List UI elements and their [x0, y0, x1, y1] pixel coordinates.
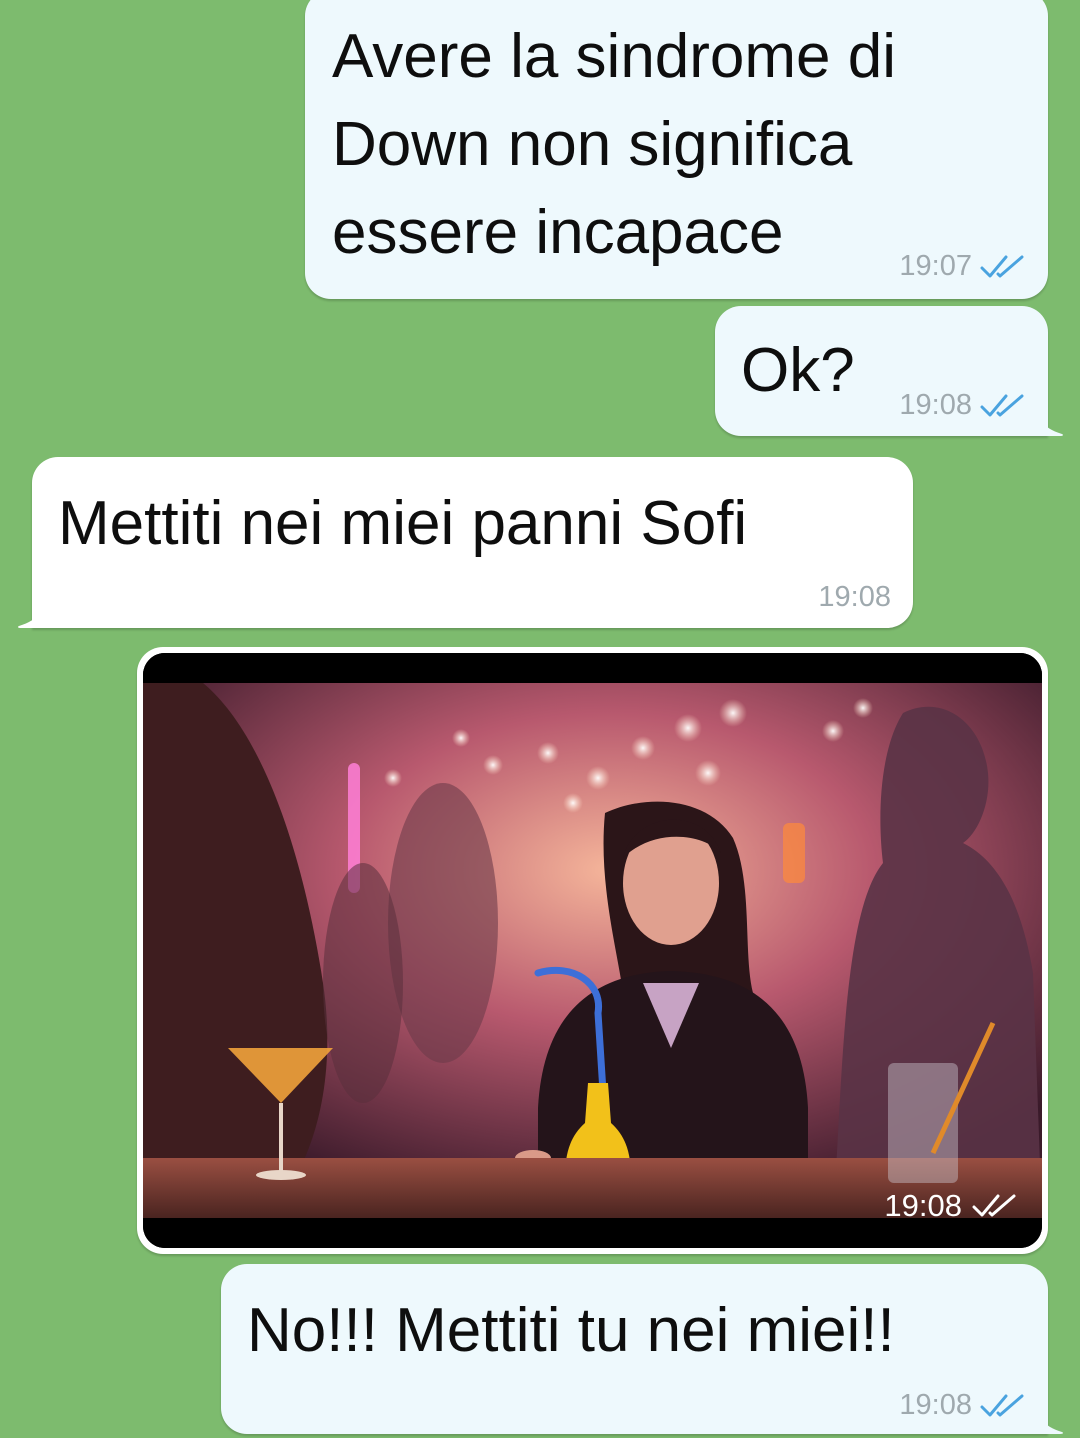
- double-check-icon: [972, 1194, 1016, 1217]
- message-text: Ok?: [741, 327, 855, 415]
- double-check-icon: [980, 394, 1024, 416]
- double-check-icon: [980, 255, 1024, 277]
- message-bubble-outgoing[interactable]: No!!! Mettiti tu nei miei!! 19:08: [221, 1264, 1064, 1434]
- message-line: Avere la sindrome di: [332, 22, 897, 91]
- timestamp: 19:08: [899, 389, 972, 421]
- image-message[interactable]: 19:08: [137, 647, 1048, 1254]
- message-line: Mettiti nei miei panni Sofi: [58, 489, 748, 558]
- timestamp: 19:08: [899, 1389, 972, 1421]
- message-line: No!!! Mettiti tu nei miei!!: [247, 1296, 895, 1365]
- timestamp: 19:08: [884, 1188, 962, 1223]
- photo-illustration: [143, 653, 1042, 1248]
- double-check-icon: [980, 1394, 1024, 1416]
- bubble-tail: [1032, 396, 1064, 436]
- bubble-tail: [1032, 1394, 1064, 1434]
- message-line: Down non significa: [332, 110, 853, 179]
- message-line: Ok?: [741, 336, 855, 405]
- timestamp: 19:08: [818, 581, 891, 613]
- message-bubble-outgoing[interactable]: Avere la sindrome di Down non significa …: [305, 0, 1048, 299]
- photo-of-girl-at-bar[interactable]: 19:08: [143, 653, 1042, 1248]
- message-bubble-outgoing[interactable]: Ok? 19:08: [715, 306, 1064, 436]
- message-line: essere incapace: [332, 198, 784, 267]
- message-meta: 19:07: [899, 250, 1028, 283]
- message-meta: 19:08: [818, 581, 891, 614]
- message-text: Mettiti nei miei panni Sofi: [58, 480, 747, 568]
- message-meta: 19:08: [899, 1389, 1028, 1422]
- timestamp: 19:07: [899, 250, 972, 282]
- message-text: No!!! Mettiti tu nei miei!!: [247, 1287, 895, 1375]
- image-meta: 19:08: [884, 1188, 1020, 1224]
- message-meta: 19:08: [899, 389, 1028, 422]
- message-bubble-incoming[interactable]: Mettiti nei miei panni Sofi 19:08: [17, 457, 913, 628]
- message-text: Avere la sindrome di Down non significa …: [332, 13, 896, 277]
- bubble-tail: [17, 588, 49, 628]
